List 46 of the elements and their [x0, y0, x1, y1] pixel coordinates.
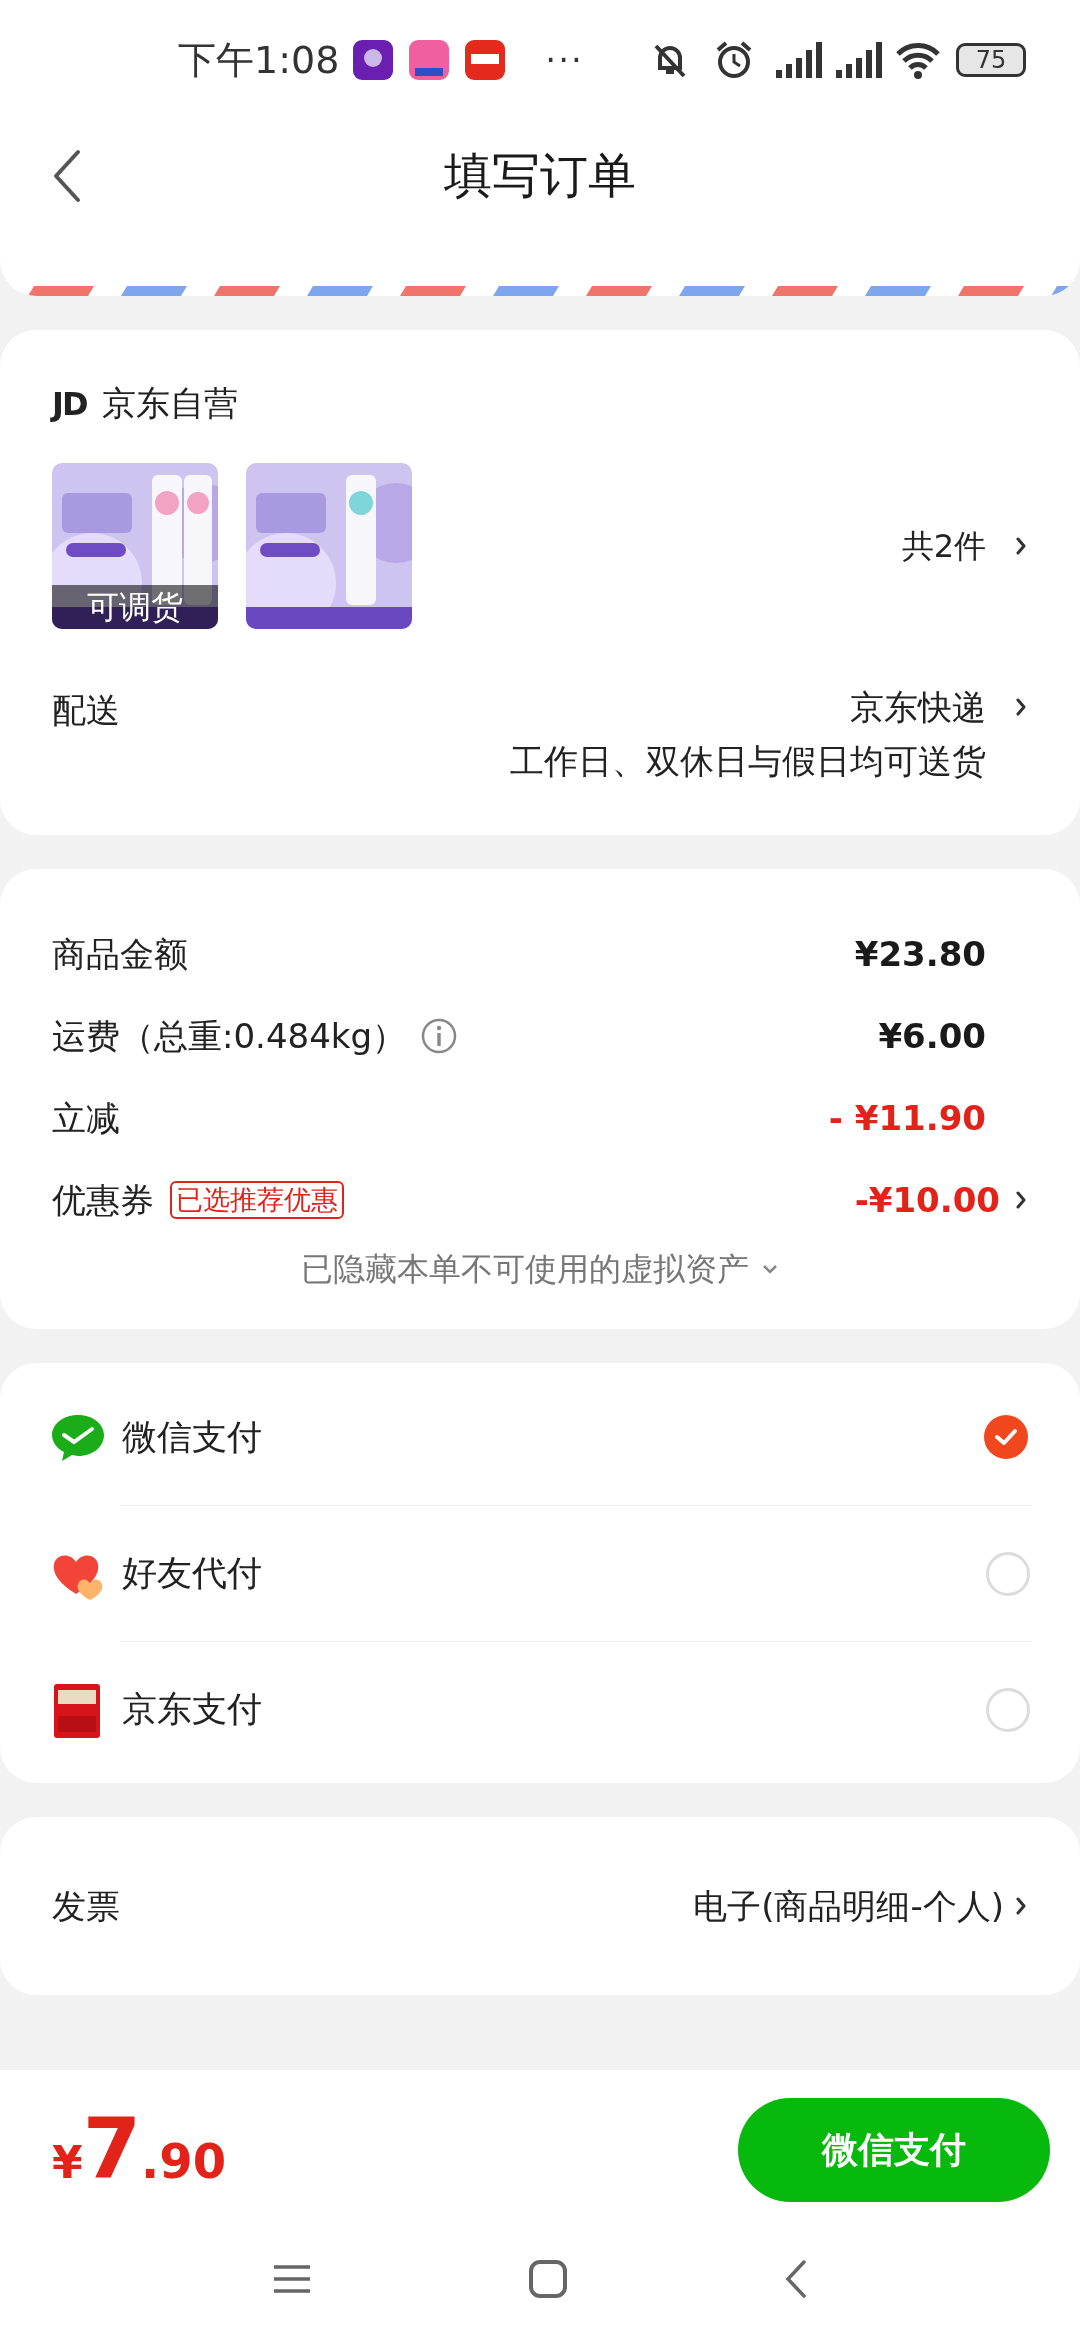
price-value[interactable]: -¥10.00 — [854, 1174, 1000, 1226]
radio-button[interactable] — [984, 1415, 1028, 1459]
price-label: 优惠券 — [52, 1178, 154, 1222]
more-dots: ··· — [545, 38, 584, 82]
payment-option[interactable]: 京东支付 — [120, 1641, 1032, 1777]
payment-option[interactable]: 好友代付 — [120, 1505, 1032, 1641]
app-icon — [353, 40, 394, 80]
app-icon — [409, 40, 450, 80]
price-value: ¥23.80 — [854, 932, 986, 976]
price-label: 立减 — [52, 1096, 120, 1140]
status-time: 下午1:08 — [178, 36, 340, 84]
back-icon — [52, 148, 82, 204]
info-icon — [420, 1017, 459, 1055]
app-icon — [465, 40, 506, 80]
chevron-icon — [1014, 536, 1028, 556]
signal-icon — [834, 40, 884, 80]
radio-button[interactable] — [986, 1551, 1030, 1596]
price-label: 运费（总重:0.484kg） — [52, 1014, 407, 1058]
payment-option[interactable]: 微信支付 — [50, 1369, 1030, 1505]
availability-label: 可调货 — [52, 585, 218, 629]
price-label: 商品金额 — [52, 932, 188, 976]
chevron-down-icon — [761, 1263, 779, 1275]
delivery-option[interactable]: 京东快递 工作日、双休日与假日均可送货 — [510, 685, 1028, 783]
store-name: 京东自营 — [102, 382, 239, 425]
menu-icon — [272, 2264, 312, 2294]
check-icon — [994, 1427, 1018, 1447]
coupon-tag: 已选推荐优惠 — [170, 1181, 344, 1219]
chevron-icon — [1014, 1896, 1028, 1916]
item-count-link[interactable]: 共2件 — [901, 522, 1028, 570]
delivery-label: 配送 — [52, 689, 120, 732]
invoice-label: 发票 — [52, 1884, 120, 1928]
price-value: - ¥11.90 — [828, 1096, 986, 1140]
chevron-icon — [1014, 1190, 1028, 1210]
battery-indicator: 75 — [956, 43, 1026, 77]
page-title: 填写订单 — [444, 146, 636, 205]
back-icon — [784, 2259, 808, 2299]
signal-icon — [774, 40, 824, 80]
hidden-assets-toggle[interactable]: 已隐藏本单不可使用的虚拟资产 — [301, 1245, 779, 1293]
store-logo: JD — [52, 383, 87, 425]
chevron-icon — [1014, 697, 1028, 717]
wifi-icon — [894, 40, 942, 80]
home-square-icon — [528, 2259, 568, 2299]
total-price: ¥7.90 — [52, 2103, 227, 2197]
invoice-option[interactable]: 电子(商品明细-个人) — [693, 1880, 1028, 1932]
price-value: ¥6.00 — [878, 1014, 986, 1058]
radio-button[interactable] — [986, 1687, 1030, 1732]
